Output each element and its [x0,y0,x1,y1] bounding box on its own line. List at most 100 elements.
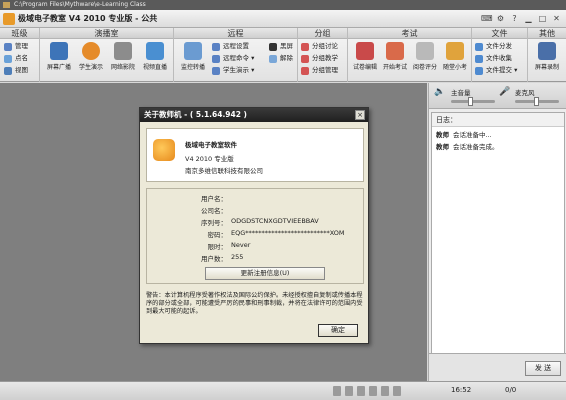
file-collect-button[interactable]: 文件收集 [475,53,512,64]
view-button[interactable]: 视图 [4,65,28,76]
file-submit-button[interactable]: 文件提交 ▾ [475,65,517,76]
log-panel: 日志： 教师 会话准备中... 教师 会话准备完成。 [431,112,565,374]
black-screen-button[interactable]: 黑屏 [269,41,293,52]
start-exam-button[interactable]: 开始考试 [380,42,410,71]
audio-controls: 🔈 主音量 🎤 麦克风 [429,83,566,109]
manage-icon [4,43,12,51]
window-title: 极域电子教室 V4 2010 专业版 - 公共 [18,14,158,23]
send-area: 发 送 [429,353,566,381]
group-grouping: 分组 分组讨论 分组教学 分组管理 [298,28,348,82]
cinema-icon [114,42,132,60]
maximize-icon[interactable]: □ [537,13,548,24]
class-manage-button[interactable]: 管理 [4,41,28,52]
group-manage-button[interactable]: 分组管理 [301,65,338,76]
view-icon [4,67,12,75]
roll-call-icon [4,55,12,63]
dialog-title: 关于教师机 - ( 5.1.64.942 ) [140,108,368,122]
exam-edit-icon [356,42,374,60]
path-text: C:\Program Files\Mythware\e-Learning Cla… [14,1,146,8]
group-exam-label: 考试 [348,28,471,39]
path-bar: C:\Program Files\Mythware\e-Learning Cla… [0,0,566,10]
status-icons [333,386,401,396]
product-info: 极域电子教室软件 V4 2010 专业版 南京多维信联科技有限公司 [146,128,364,182]
group-file-label: 文件 [472,28,527,39]
black-screen-icon [269,43,277,51]
monitor-relay-button[interactable]: 监控转播 [177,42,209,71]
student-demo-button[interactable]: 学生演示 [75,42,107,71]
file-collect-icon [475,55,483,63]
user-status-icon [345,386,353,396]
clock: 16:52 [451,386,472,394]
network-cinema-button[interactable]: 网络影院 [107,42,139,71]
microphone-icon[interactable]: 🎤 [499,87,510,97]
speaker-volume-slider[interactable] [451,100,495,103]
group-discussion-button[interactable]: 分组讨论 [301,41,338,52]
message-status-icon [393,386,401,396]
screen-broadcast-icon [50,42,68,60]
roll-call-button[interactable]: 点名 [4,53,28,64]
unlock-icon [269,55,277,63]
group-teaching-button[interactable]: 分组教学 [301,53,338,64]
monitor-status-icon [357,386,365,396]
group-class-label: 班级 [0,28,39,39]
audio-status-icon [369,386,377,396]
product-version: V4 2010 专业版 [185,155,234,163]
app-logo-icon [3,13,15,25]
group-file: 文件 文件分发 文件收集 文件提交 ▾ [472,28,528,82]
group-studio: 演播室 屏幕广播 学生演示 网络影院 视频直播 [40,28,174,82]
help-icon[interactable]: ? [509,13,520,24]
speaker-volume-knob[interactable] [467,97,473,106]
file-distribute-button[interactable]: 文件分发 [475,41,512,52]
right-panel: 🔈 主音量 🎤 麦克风 日志： 教师 会话准备中... 教师 会话准备完成。 发 送 [428,83,566,381]
send-button[interactable]: 发 送 [525,361,561,376]
microphone-volume-knob[interactable] [534,97,539,106]
close-icon[interactable]: ✕ [551,13,562,24]
video-live-icon [146,42,164,60]
log-header: 日志： [432,113,564,127]
video-live-button[interactable]: 视频直播 [139,42,171,71]
group-exam: 考试 试卷编辑 开始考试 阅卷评分 随堂小考 [348,28,472,82]
speaker-icon[interactable]: 🔈 [434,87,445,97]
exam-edit-button[interactable]: 试卷编辑 [350,42,380,71]
remote-settings-icon [212,43,220,51]
grading-button[interactable]: 阅卷评分 [410,42,440,71]
remote-student-demo-button[interactable]: 学生演示 ▾ [212,65,254,76]
network-status-icon [333,386,341,396]
minimize-icon[interactable]: ▁ [523,13,534,24]
student-demo-icon [82,42,100,60]
group-discussion-icon [301,43,309,51]
about-dialog: 关于教师机 - ( 5.1.64.942 ) × 极域电子教室软件 V4 201… [139,107,369,344]
update-registration-button[interactable]: 更新注册信息(U) [205,267,325,280]
quick-quiz-button[interactable]: 随堂小考 [440,42,470,71]
log-entry: 教师 会话准备中... [436,131,492,139]
group-manage-icon [301,67,309,75]
keyboard-icon[interactable]: ⌨ [481,13,493,24]
unlock-button[interactable]: 解除 [269,53,293,64]
status-bar: 16:52 0/0 [0,381,566,400]
screen-record-icon [538,42,556,60]
log-entry: 教师 会话准备完成。 [436,143,499,151]
remote-demo-icon [212,67,220,75]
registration-info: 用户名： 公司名： 序列号： ODGDSTCNXGDTVIEEBBAV 密码： EQ… [146,188,364,284]
dialog-close-button[interactable]: × [355,110,365,120]
group-other: 其他 屏幕录制 [528,28,566,82]
group-teaching-icon [301,55,309,63]
group-remote-label: 远程 [174,28,297,39]
file-submit-icon [475,67,483,75]
group-class: 班级 管理 点名 视图 [0,28,40,82]
quick-quiz-icon [446,42,464,60]
lock-status-icon [381,386,389,396]
copyright-warning: 警告：本计算机程序受著作权法及国际公约保护。未经授权擅自复制或传播本程序的部分或… [146,292,363,315]
product-logo-icon [153,139,175,161]
remote-command-button[interactable]: 远程命令 ▾ [212,53,254,64]
window-controls: ⌨ ⚙ ? ▁ □ ✕ [481,13,562,24]
remote-settings-button[interactable]: 远程设置 [212,41,249,52]
product-name: 极域电子教室软件 [185,141,237,149]
speaker-label: 主音量 [451,89,471,97]
grading-icon [416,42,434,60]
ok-button[interactable]: 确定 [318,324,358,337]
monitor-icon [184,42,202,60]
settings-icon[interactable]: ⚙ [495,13,506,24]
screen-broadcast-button[interactable]: 屏幕广播 [43,42,75,71]
screen-record-button[interactable]: 屏幕录制 [530,42,564,71]
